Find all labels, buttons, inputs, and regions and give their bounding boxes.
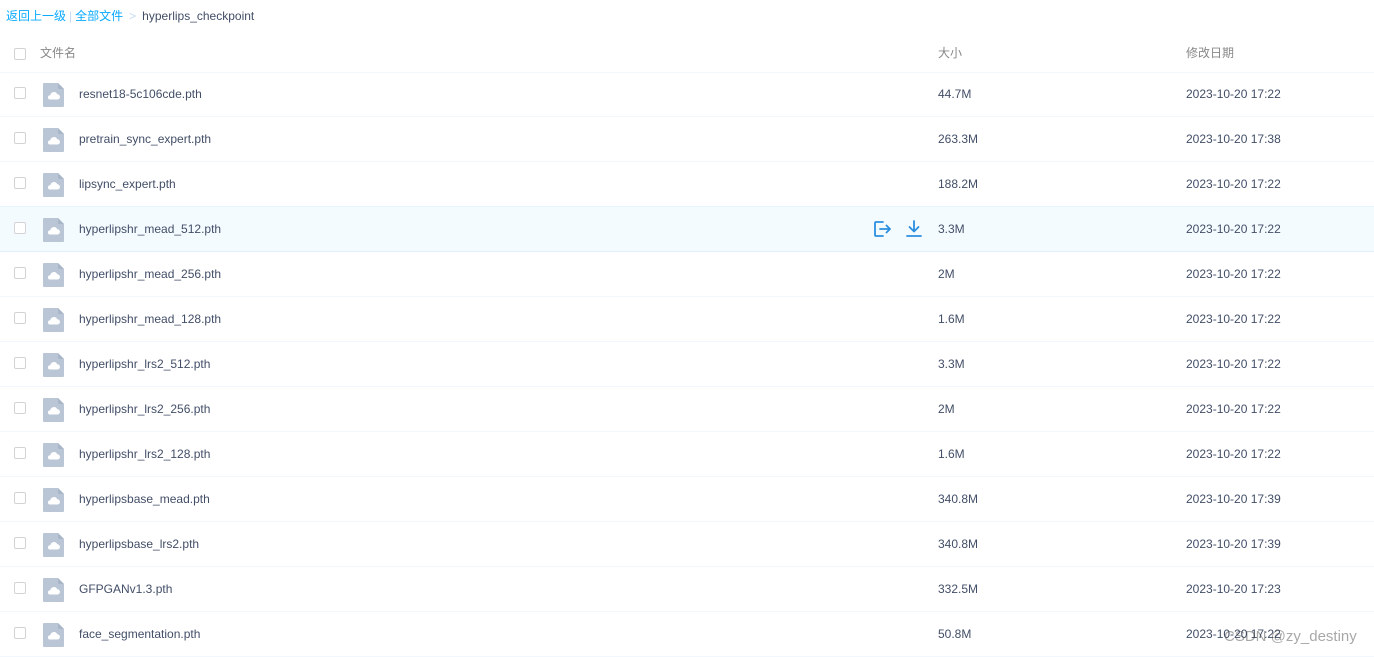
file-icon <box>43 353 64 377</box>
file-date: 2023-10-20 17:23 <box>1186 582 1281 596</box>
file-row[interactable]: pretrain_sync_expert.pth 263.3M 2023-10-20… <box>0 117 1374 162</box>
file-row[interactable]: face_segmentation.pth 50.8M 2023-10-20 17:… <box>0 612 1374 657</box>
row-checkbox[interactable] <box>14 627 26 639</box>
file-date: 2023-10-20 17:38 <box>1186 132 1281 146</box>
file-row[interactable]: hyperlipshr_mead_512.pth 3.3M 2023-10-20 1… <box>0 206 1374 252</box>
file-icon <box>43 443 64 467</box>
breadcrumb-arrow: > <box>129 9 137 23</box>
all-files-link[interactable]: 全部文件 <box>75 9 123 23</box>
file-name[interactable]: hyperlipsbase_lrs2.pth <box>79 522 199 566</box>
row-checkbox[interactable] <box>14 537 26 549</box>
file-icon <box>43 533 64 557</box>
file-icon <box>43 623 64 647</box>
file-icon <box>43 173 64 197</box>
file-date: 2023-10-20 17:39 <box>1186 537 1281 551</box>
file-name[interactable]: lipsync_expert.pth <box>79 162 176 206</box>
file-size: 1.6M <box>938 312 965 326</box>
file-icon <box>43 83 64 107</box>
file-date: 2023-10-20 17:22 <box>1186 357 1281 371</box>
file-row[interactable]: hyperlipshr_lrs2_512.pth 3.3M 2023-10-20 1… <box>0 342 1374 387</box>
watermark: CSDN @zy_destiny <box>1224 628 1357 645</box>
file-name[interactable]: hyperlipshr_lrs2_128.pth <box>79 432 210 476</box>
file-name[interactable]: hyperlipsbase_mead.pth <box>79 477 210 521</box>
file-size: 50.8M <box>938 627 972 641</box>
file-row[interactable]: hyperlipsbase_mead.pth 340.8M 2023-10-20 1… <box>0 477 1374 522</box>
file-list-header: 文件名 大小 修改日期 <box>0 34 1374 73</box>
column-size-header[interactable]: 大小 <box>938 34 962 72</box>
file-name[interactable]: hyperlipshr_mead_128.pth <box>79 297 221 341</box>
file-row[interactable]: hyperlipshr_lrs2_256.pth 2M 2023-10-20 17:… <box>0 387 1374 432</box>
file-icon <box>43 578 64 602</box>
file-name[interactable]: hyperlipshr_lrs2_256.pth <box>79 387 210 431</box>
file-size: 340.8M <box>938 492 979 506</box>
file-date: 2023-10-20 17:22 <box>1186 87 1281 101</box>
row-checkbox[interactable] <box>14 132 26 144</box>
file-name[interactable]: resnet18-5c106cde.pth <box>79 72 202 116</box>
breadcrumb: 返回上一级 | 全部文件 > hyperlips_checkpoint <box>6 8 254 24</box>
share-icon[interactable] <box>872 219 892 239</box>
file-size: 2M <box>938 402 955 416</box>
row-checkbox[interactable] <box>14 492 26 504</box>
current-folder: hyperlips_checkpoint <box>142 9 255 23</box>
file-name[interactable]: hyperlipshr_mead_256.pth <box>79 252 221 296</box>
file-row[interactable]: resnet18-5c106cde.pth 44.7M 2023-10-20 17:… <box>0 72 1374 117</box>
file-row[interactable]: hyperlipshr_lrs2_128.pth 1.6M 2023-10-20 1… <box>0 432 1374 477</box>
file-size: 188.2M <box>938 177 979 191</box>
file-icon <box>43 218 64 242</box>
file-date: 2023-10-20 17:22 <box>1186 312 1281 326</box>
row-checkbox[interactable] <box>14 402 26 414</box>
file-size: 332.5M <box>938 582 979 596</box>
file-size: 3.3M <box>938 222 965 236</box>
column-name-header[interactable]: 文件名 <box>40 34 76 72</box>
file-row[interactable]: GFPGANv1.3.pth 332.5M 2023-10-20 17:23 <box>0 567 1374 612</box>
row-checkbox[interactable] <box>14 447 26 459</box>
file-size: 1.6M <box>938 447 965 461</box>
file-icon <box>43 488 64 512</box>
row-checkbox[interactable] <box>14 357 26 369</box>
file-date: 2023-10-20 17:22 <box>1186 267 1281 281</box>
file-size: 263.3M <box>938 132 979 146</box>
file-date: 2023-10-20 17:22 <box>1186 447 1281 461</box>
row-checkbox[interactable] <box>14 267 26 279</box>
file-row[interactable]: lipsync_expert.pth 188.2M 2023-10-20 17:22 <box>0 162 1374 207</box>
file-date: 2023-10-20 17:22 <box>1186 177 1281 191</box>
file-list: resnet18-5c106cde.pth 44.7M 2023-10-20 17:… <box>0 72 1374 657</box>
file-size: 3.3M <box>938 357 965 371</box>
file-size: 340.8M <box>938 537 979 551</box>
row-checkbox[interactable] <box>14 582 26 594</box>
select-all-checkbox[interactable] <box>14 48 26 60</box>
file-icon <box>43 398 64 422</box>
file-icon <box>43 128 64 152</box>
file-name[interactable]: hyperlipshr_lrs2_512.pth <box>79 342 210 386</box>
row-checkbox[interactable] <box>14 87 26 99</box>
file-size: 2M <box>938 267 955 281</box>
file-icon <box>43 263 64 287</box>
file-name[interactable]: GFPGANv1.3.pth <box>79 567 172 611</box>
file-row[interactable]: hyperlipshr_mead_256.pth 2M 2023-10-20 17:… <box>0 252 1374 297</box>
breadcrumb-separator: | <box>69 9 73 23</box>
file-name[interactable]: pretrain_sync_expert.pth <box>79 117 211 161</box>
back-link[interactable]: 返回上一级 <box>6 9 66 23</box>
file-row[interactable]: hyperlipshr_mead_128.pth 1.6M 2023-10-20 1… <box>0 297 1374 342</box>
file-name[interactable]: hyperlipshr_mead_512.pth <box>79 207 221 251</box>
file-date: 2023-10-20 17:39 <box>1186 492 1281 506</box>
file-date: 2023-10-20 17:22 <box>1186 402 1281 416</box>
download-icon[interactable] <box>904 219 924 239</box>
file-size: 44.7M <box>938 87 972 101</box>
column-date-header[interactable]: 修改日期 <box>1186 34 1234 72</box>
file-name[interactable]: face_segmentation.pth <box>79 612 200 656</box>
row-checkbox[interactable] <box>14 222 26 234</box>
file-row[interactable]: hyperlipsbase_lrs2.pth 340.8M 2023-10-20 1… <box>0 522 1374 567</box>
file-icon <box>43 308 64 332</box>
row-checkbox[interactable] <box>14 177 26 189</box>
row-checkbox[interactable] <box>14 312 26 324</box>
file-date: 2023-10-20 17:22 <box>1186 222 1281 236</box>
